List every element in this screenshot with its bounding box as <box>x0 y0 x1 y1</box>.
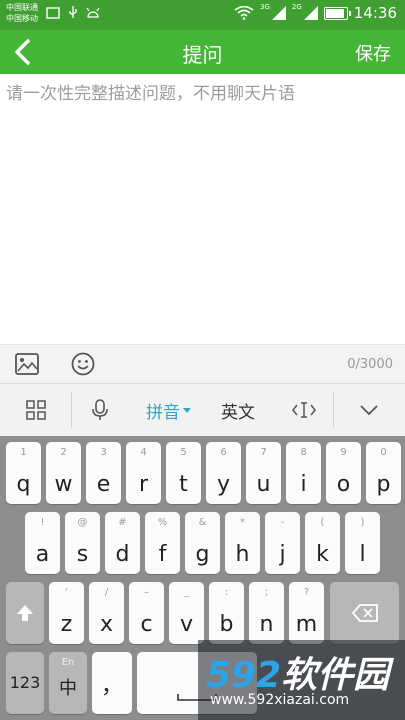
english-label: 英文 <box>221 402 255 423</box>
key-l[interactable]: ) l <box>345 512 380 574</box>
key-z[interactable]: ‘z <box>49 582 84 644</box>
emoji-icon[interactable] <box>70 352 96 376</box>
pinyin-label: 拼音 <box>146 402 180 423</box>
key-c[interactable]: – c <box>129 582 164 644</box>
key-e[interactable]: 3e <box>86 442 121 504</box>
ime-menu-button[interactable] <box>14 384 58 436</box>
network-2g-label: 2G <box>291 3 302 11</box>
shift-icon <box>17 605 33 621</box>
key-r[interactable]: 4r <box>126 442 161 504</box>
signal-icon <box>271 6 286 20</box>
watermark-url: www.592xiazai.com <box>210 692 350 708</box>
microphone-icon <box>92 399 108 420</box>
key-q[interactable]: 1q <box>6 442 41 504</box>
chevron-down-icon <box>360 405 378 416</box>
save-button[interactable]: 保存 <box>355 40 391 66</box>
question-input[interactable] <box>6 84 396 104</box>
key-k[interactable]: (k <box>305 512 340 574</box>
cursor-icon <box>292 402 316 418</box>
voice-input-button[interactable] <box>80 384 120 436</box>
key-m[interactable]: ? m <box>289 582 324 644</box>
carrier-2: 中国移动 <box>6 14 38 23</box>
key-i[interactable]: 8i <box>286 442 321 504</box>
question-editor <box>0 74 405 344</box>
clock: 14:36 <box>353 4 397 22</box>
key-n[interactable]: ; n <box>249 582 284 644</box>
key-w[interactable]: 2w <box>46 442 81 504</box>
screen-icon <box>46 7 60 19</box>
pinyin-mode-button[interactable]: 拼音 <box>138 384 200 436</box>
key-u[interactable]: 7u <box>246 442 281 504</box>
watermark-logo: 592软件园 <box>206 655 390 696</box>
key-t[interactable]: 5t <box>166 442 201 504</box>
backspace-key[interactable] <box>330 582 399 644</box>
comma-key[interactable]: ， <box>92 652 132 714</box>
network-3g-label: 3G <box>259 3 270 11</box>
grid-icon <box>26 400 46 420</box>
battery-icon <box>323 6 351 20</box>
cursor-control-button[interactable] <box>284 384 324 436</box>
shift-key[interactable] <box>6 582 44 644</box>
divider <box>71 392 72 428</box>
key-v[interactable]: _ v <box>169 582 204 644</box>
notification-icons <box>46 6 100 20</box>
caret-down-icon <box>183 408 191 413</box>
usb-icon <box>69 6 77 18</box>
wifi-icon <box>234 6 254 20</box>
key-p[interactable]: 0p <box>366 442 401 504</box>
key-h[interactable]: * h <box>225 512 260 574</box>
signal-icon <box>303 6 318 20</box>
key-x[interactable]: / x <box>89 582 124 644</box>
backspace-icon <box>352 604 378 622</box>
numbers-key[interactable]: 123 <box>6 652 44 714</box>
key-d[interactable]: # d <box>105 512 140 574</box>
key-f[interactable]: % f <box>145 512 180 574</box>
page-title: 提问 <box>182 43 223 67</box>
language-key[interactable]: En 中 <box>49 652 87 714</box>
ime-toolbar: 拼音 英文 <box>0 383 405 437</box>
android-icon <box>86 7 100 18</box>
key-s[interactable]: @ s <box>65 512 100 574</box>
character-counter: 0/3000 <box>347 357 393 372</box>
key-g[interactable]: & g <box>185 512 220 574</box>
site-watermark: 592软件园 www.592xiazai.com <box>198 640 405 720</box>
title-bar: 提问 保存 <box>0 30 405 74</box>
key-j[interactable]: -j <box>265 512 300 574</box>
english-mode-button[interactable]: 英文 <box>212 384 264 436</box>
key-b[interactable]: :b <box>209 582 244 644</box>
key-o[interactable]: 9o <box>326 442 361 504</box>
carrier-info: 中国联通 中国移动 <box>6 2 38 24</box>
attachment-bar: 0/3000 <box>0 344 405 383</box>
divider <box>333 392 334 428</box>
image-icon[interactable] <box>14 352 40 376</box>
status-bar: 中国联通 中国移动 3G 2G 14:36 <box>0 0 405 30</box>
key-y[interactable]: 6y <box>206 442 241 504</box>
carrier-1: 中国联通 <box>6 3 38 12</box>
key-a[interactable]: ! a <box>25 512 60 574</box>
hide-keyboard-button[interactable] <box>346 384 392 436</box>
